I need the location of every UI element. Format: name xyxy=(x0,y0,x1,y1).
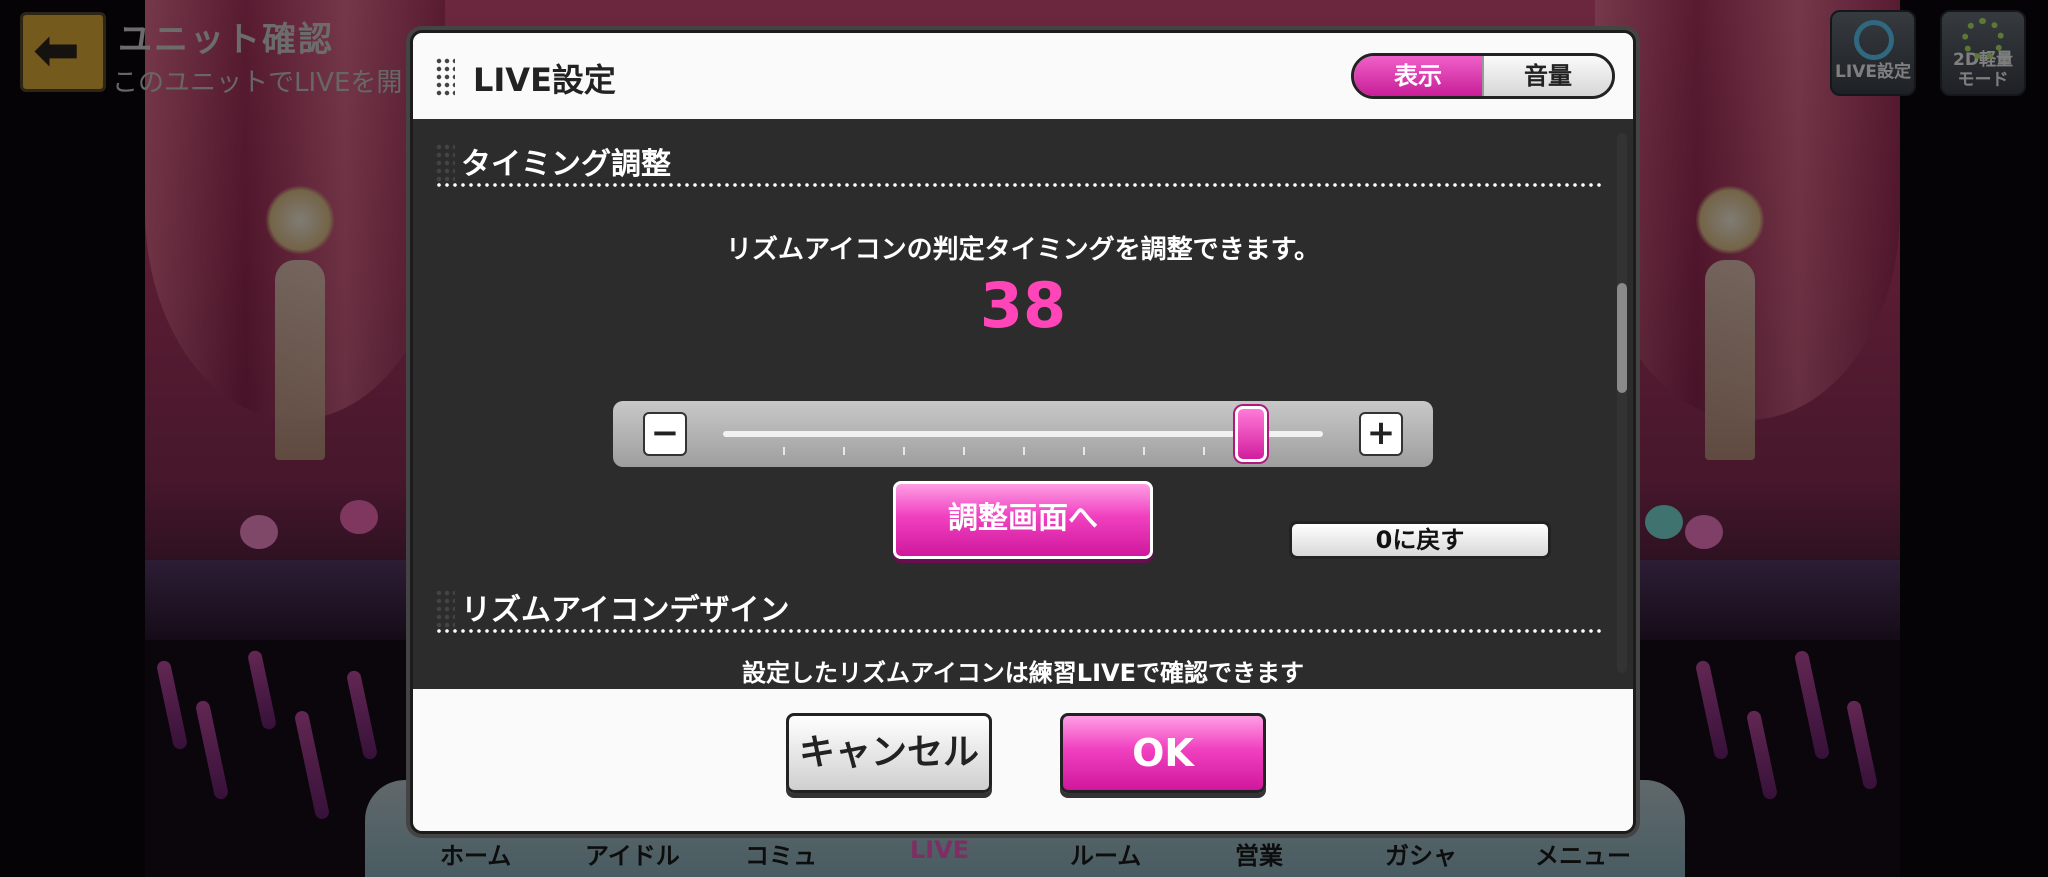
adjust-screen-button[interactable]: 調整画面へ xyxy=(893,481,1153,559)
slider-tick xyxy=(843,447,845,455)
game-screen: ⬅ ユニット確認 このユニットでLIVEを開 LIVE設定 2D軽量モード ホー… xyxy=(0,0,2048,877)
timing-slider-track[interactable] xyxy=(723,431,1323,455)
dots-icon xyxy=(435,143,455,183)
reset-to-zero-button[interactable]: 0に戻す xyxy=(1289,521,1551,559)
scrollbar-thumb[interactable] xyxy=(1617,283,1627,393)
timing-value: 38 xyxy=(979,269,1067,342)
display-volume-toggle: 表示 音量 xyxy=(1351,53,1615,99)
slider-tick xyxy=(1143,447,1145,455)
design-description: 設定したリズムアイコンは練習LIVEで確認できます xyxy=(742,659,1304,687)
scrollbar[interactable] xyxy=(1617,133,1627,673)
cancel-button[interactable]: キャンセル xyxy=(786,713,992,793)
ok-button[interactable]: OK xyxy=(1060,713,1266,793)
timing-slider-panel: − + xyxy=(613,401,1433,467)
settings-content: タイミング調整 リズムアイコンの判定タイミングを調整できます。 38 − + 調… xyxy=(413,119,1633,689)
timing-section-title: タイミング調整 xyxy=(461,147,671,182)
dialog-title: LIVE設定 xyxy=(473,61,616,99)
plus-button[interactable]: + xyxy=(1359,412,1403,456)
dots-icon xyxy=(435,589,455,629)
timing-description: リズムアイコンの判定タイミングを調整できます。 xyxy=(725,235,1321,265)
slider-tick xyxy=(783,447,785,455)
dialog-header: LIVE設定 表示 音量 xyxy=(413,33,1633,119)
design-section-title: リズムアイコンデザイン xyxy=(461,593,790,628)
slider-tick xyxy=(963,447,965,455)
timing-slider-knob[interactable] xyxy=(1235,406,1267,462)
live-settings-dialog: LIVE設定 表示 音量 タイミング調整 リズムアイコンの判定タイミングを調整で… xyxy=(410,30,1636,834)
tab-display[interactable]: 表示 xyxy=(1354,56,1482,96)
section-divider xyxy=(435,183,1605,187)
dialog-footer: キャンセル OK xyxy=(413,689,1633,831)
slider-tick xyxy=(1203,447,1205,455)
dots-icon xyxy=(435,57,455,97)
tab-volume[interactable]: 音量 xyxy=(1482,56,1612,96)
section-divider xyxy=(435,629,1605,633)
slider-tick xyxy=(903,447,905,455)
slider-tick xyxy=(1083,447,1085,455)
minus-button[interactable]: − xyxy=(643,412,687,456)
slider-tick xyxy=(1023,447,1025,455)
